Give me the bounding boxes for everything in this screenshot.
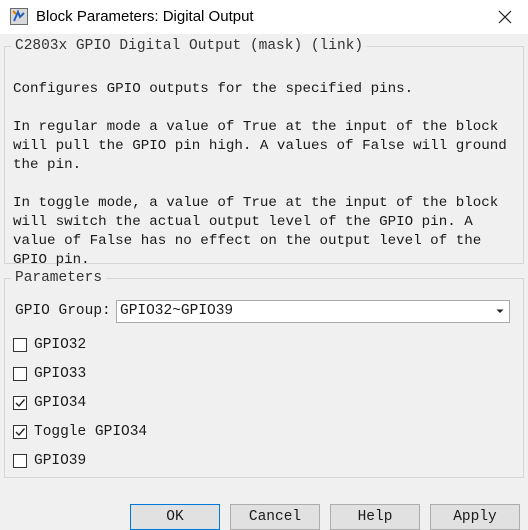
checkbox-box[interactable]: [13, 396, 27, 410]
checkbox-gpio34[interactable]: GPIO34: [13, 393, 86, 413]
close-button[interactable]: [482, 0, 528, 34]
title-bar: Block Parameters: Digital Output: [0, 0, 528, 34]
checkbox-box[interactable]: [13, 367, 27, 381]
checkbox-label: GPIO33: [34, 366, 87, 382]
checkbox-toggle-gpio34[interactable]: Toggle GPIO34: [13, 422, 147, 442]
check-icon: [15, 399, 26, 408]
parameters-legend: Parameters: [15, 270, 103, 286]
description-legend: C2803x GPIO Digital Output (mask) (link): [15, 38, 364, 54]
description-group: C2803x GPIO Digital Output (mask) (link)…: [4, 38, 524, 268]
apply-button[interactable]: Apply: [430, 504, 520, 530]
chevron-down-icon: [496, 309, 504, 313]
help-button[interactable]: Help: [330, 504, 420, 530]
checkbox-box[interactable]: [13, 425, 27, 439]
checkbox-box[interactable]: [13, 338, 27, 352]
cancel-button[interactable]: Cancel: [230, 504, 320, 530]
checkbox-label: GPIO39: [34, 453, 87, 469]
gpio-group-select[interactable]: GPIO32~GPIO39: [116, 300, 510, 323]
checkbox-label: GPIO32: [34, 337, 87, 353]
description-text: Configures GPIO outputs for the specifie…: [13, 81, 507, 268]
close-icon: [498, 10, 512, 24]
ok-button[interactable]: OK: [130, 504, 220, 530]
checkbox-label: Toggle GPIO34: [34, 424, 148, 440]
checkbox-label: GPIO34: [34, 395, 87, 411]
check-icon: [15, 428, 26, 437]
checkbox-gpio32[interactable]: GPIO32: [13, 335, 86, 355]
window-title: Block Parameters: Digital Output: [36, 8, 254, 25]
checkbox-gpio39[interactable]: GPIO39: [13, 451, 86, 471]
gpio-group-label: GPIO Group:: [15, 303, 111, 319]
checkbox-box[interactable]: [13, 454, 27, 468]
simulink-block-icon: [10, 8, 28, 25]
gpio-group-value: GPIO32~GPIO39: [120, 303, 234, 319]
checkbox-gpio33[interactable]: GPIO33: [13, 364, 86, 384]
